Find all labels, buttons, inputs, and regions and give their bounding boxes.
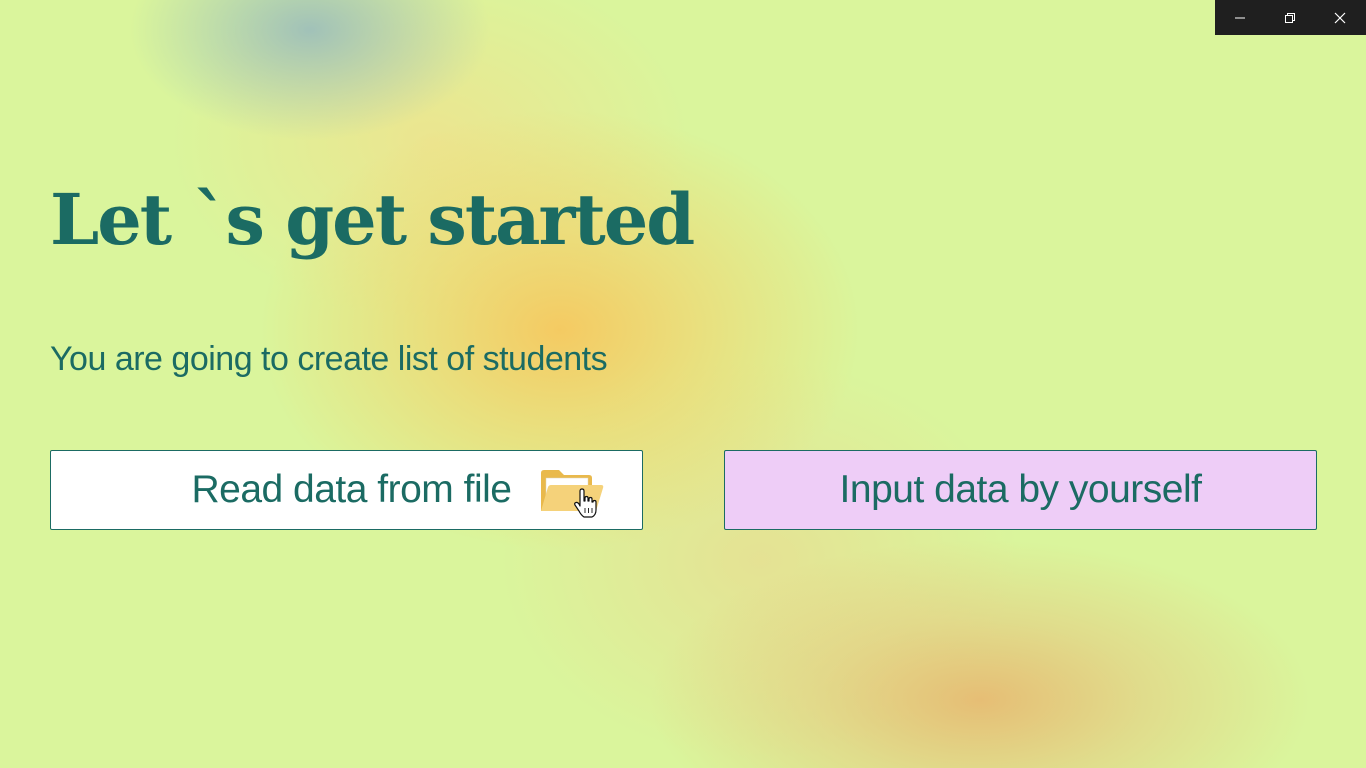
close-icon [1334,12,1346,23]
read-data-from-file-button[interactable]: Read data from file [50,450,643,530]
input-data-manually-label: Input data by yourself [839,468,1202,511]
restore-icon [1285,12,1295,23]
page-subtitle: You are going to create list of students [50,340,608,378]
gradient-background [0,0,1366,768]
window-titlebar-controls [1215,0,1366,35]
minimize-button[interactable] [1215,0,1265,35]
input-data-manually-button[interactable]: Input data by yourself [724,450,1317,530]
read-data-from-file-label: Read data from file [191,468,512,511]
close-button[interactable] [1315,0,1365,35]
folder-with-hand-cursor-icon [541,470,604,518]
restore-button[interactable] [1265,0,1315,35]
minimize-icon [1235,17,1245,18]
page-title: Let `s get started [50,178,695,261]
